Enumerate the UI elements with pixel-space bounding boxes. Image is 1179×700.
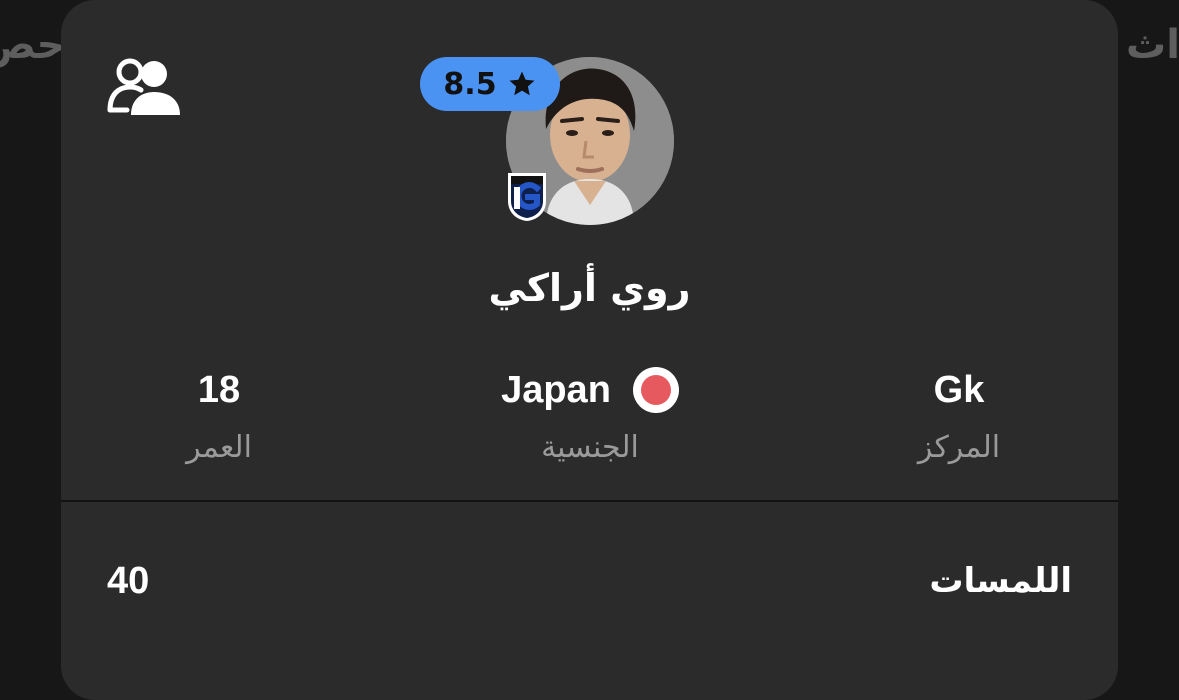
touches-label: اللمسات xyxy=(929,561,1072,601)
position-value: Gk xyxy=(933,369,985,411)
age-value: 18 xyxy=(197,369,241,411)
player-name: روي أراكي xyxy=(488,266,691,310)
japan-flag-icon xyxy=(632,367,679,413)
stat-row-touches: 40 اللمسات xyxy=(107,550,1072,612)
position-label: المركز xyxy=(917,430,1001,465)
nationality-value-row: Japan xyxy=(440,360,740,420)
background-peek-left-text: حص xyxy=(0,22,66,68)
background-peek-right-text: اث xyxy=(1126,22,1179,68)
stat-age: 18 العمر xyxy=(69,360,369,465)
age-label: العمر xyxy=(186,430,252,465)
compare-players-button[interactable] xyxy=(107,56,185,118)
user-compare-icon xyxy=(107,58,180,115)
rating-value: 8.5 xyxy=(443,66,497,102)
nationality-value: Japan xyxy=(501,369,611,411)
star-icon xyxy=(509,71,535,96)
section-divider xyxy=(61,500,1118,502)
nationality-label: الجنسية xyxy=(541,430,639,465)
touches-value: 40 xyxy=(107,559,150,602)
player-card: 8.5 روي أراكي Gk المركز Japan الجنسية 18… xyxy=(61,0,1118,700)
stat-nationality: Japan الجنسية xyxy=(440,360,740,465)
gamba-osaka-badge-icon xyxy=(508,173,546,221)
stat-position: Gk المركز xyxy=(809,360,1109,465)
rating-badge: 8.5 xyxy=(420,57,560,111)
